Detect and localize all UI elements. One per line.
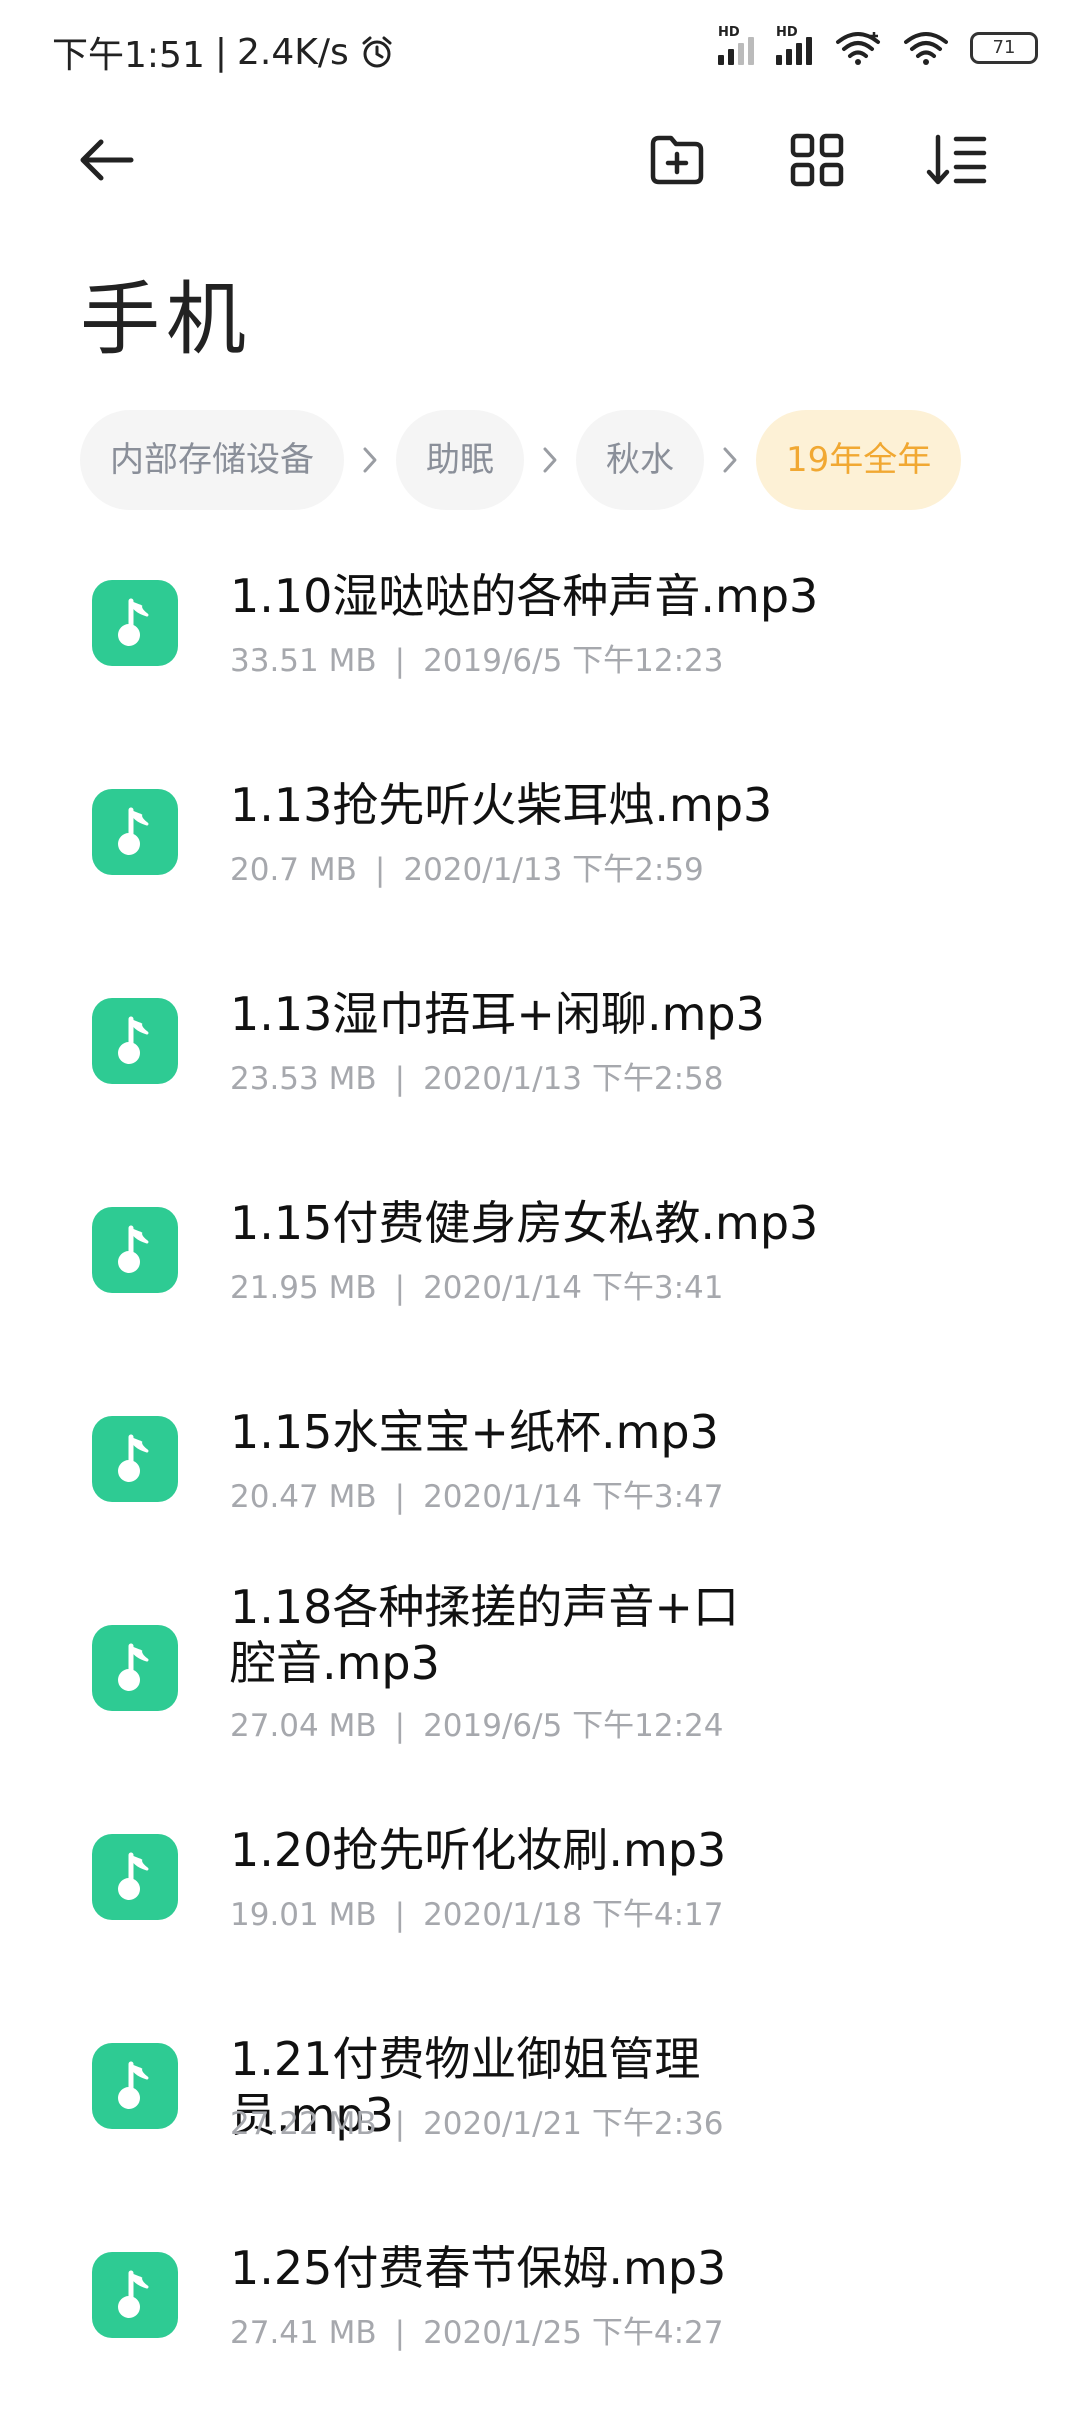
file-size: 33.51 MB	[230, 643, 377, 679]
status-right: HD HD 71	[718, 25, 1038, 66]
list-item[interactable]: 1.21付费物业御姐管理员.mp3 27.22 MB | 2020/1/21 下午2…	[0, 2003, 1080, 2212]
file-date: 2019/6/5 下午12:23	[423, 643, 724, 679]
breadcrumb: 内部存储设备 助眠 秋水 19年全年	[80, 410, 962, 510]
meta-separator: |	[394, 1061, 406, 1097]
file-size: 23.53 MB	[230, 1061, 377, 1097]
list-item[interactable]: 1.13湿巾捂耳+闲聊.mp3 23.53 MB | 2020/1/13 下午2:5…	[0, 958, 1080, 1167]
file-name: 1.10湿哒哒的各种声音.mp3	[230, 569, 819, 623]
new-folder-button[interactable]	[632, 115, 722, 205]
breadcrumb-item-sleep-aid[interactable]: 助眠	[396, 410, 524, 510]
chevron-right-icon	[344, 410, 396, 510]
file-meta: 19.01 MB | 2020/1/18 下午4:17	[230, 1889, 724, 1934]
meta-separator: |	[394, 2315, 406, 2351]
list-item[interactable]: 1.18各种揉搓的声音+口腔音.mp3 27.04 MB | 2019/6/5 下午…	[0, 1580, 1080, 1794]
music-file-icon	[92, 789, 178, 875]
music-file-icon	[92, 1207, 178, 1293]
breadcrumb-item-qiushui[interactable]: 秋水	[576, 410, 704, 510]
signal-2-icon: HD	[776, 25, 812, 65]
file-name: 1.18各种揉搓的声音+口腔音.mp3	[230, 1580, 739, 1690]
list-item[interactable]: 1.25付费春节保姆.mp3 27.41 MB | 2020/1/25 下午4:27	[0, 2212, 1080, 2421]
file-name: 1.15水宝宝+纸杯.mp3	[230, 1405, 719, 1459]
sort-button[interactable]	[912, 115, 1002, 205]
music-file-icon	[92, 2252, 178, 2338]
file-name: 1.15付费健身房女私教.mp3	[230, 1196, 819, 1250]
file-meta: 23.53 MB | 2020/1/13 下午2:58	[230, 1053, 724, 1098]
music-file-icon	[92, 1416, 178, 1502]
chevron-right-icon	[524, 410, 576, 510]
music-file-icon	[92, 1834, 178, 1920]
list-item[interactable]: 1.10湿哒哒的各种声音.mp3 33.51 MB | 2019/6/5 下午12:…	[0, 540, 1080, 749]
music-file-icon	[92, 1625, 178, 1711]
file-date: 2020/1/13 下午2:58	[423, 1061, 724, 1097]
file-date: 2019/6/5 下午12:24	[423, 1708, 724, 1744]
file-meta: 20.7 MB | 2020/1/13 下午2:59	[230, 844, 704, 889]
status-bar: 下午1:51 | 2.4K/s HD HD 71	[0, 0, 1080, 100]
file-list: 1.10湿哒哒的各种声音.mp3 33.51 MB | 2019/6/5 下午12:…	[0, 540, 1080, 2421]
list-item[interactable]: 1.15付费健身房女私教.mp3 21.95 MB | 2020/1/14 下午3:…	[0, 1167, 1080, 1376]
arrow-left-icon	[75, 128, 139, 192]
back-button[interactable]	[62, 115, 152, 205]
file-date: 2020/1/13 下午2:59	[403, 852, 704, 888]
file-date: 2020/1/21 下午2:36	[423, 2106, 724, 2142]
file-size: 27.04 MB	[230, 1708, 377, 1744]
file-size: 20.7 MB	[230, 852, 357, 888]
meta-separator: |	[394, 643, 406, 679]
wifi-icon	[904, 30, 948, 66]
file-size: 27.41 MB	[230, 2315, 377, 2351]
file-size: 20.47 MB	[230, 1479, 377, 1515]
file-meta: 21.95 MB | 2020/1/14 下午3:41	[230, 1262, 724, 1307]
file-date: 2020/1/18 下午4:17	[423, 1897, 724, 1933]
file-name: 1.13湿巾捂耳+闲聊.mp3	[230, 987, 765, 1041]
grid-view-button[interactable]	[772, 115, 862, 205]
file-meta: 20.47 MB | 2020/1/14 下午3:47	[230, 1471, 724, 1516]
sort-icon	[926, 131, 988, 189]
list-item[interactable]: 1.15水宝宝+纸杯.mp3 20.47 MB | 2020/1/14 下午3:47	[0, 1376, 1080, 1585]
breadcrumb-item-current[interactable]: 19年全年	[756, 410, 962, 510]
file-name: 1.13抢先听火柴耳烛.mp3	[230, 778, 773, 832]
list-item[interactable]: 1.13抢先听火柴耳烛.mp3 20.7 MB | 2020/1/13 下午2:59	[0, 749, 1080, 958]
folder-plus-icon	[647, 130, 707, 190]
music-file-icon	[92, 2043, 178, 2129]
file-size: 19.01 MB	[230, 1897, 377, 1933]
meta-separator: |	[394, 1897, 406, 1933]
battery-level: 71	[992, 37, 1016, 58]
music-file-icon	[92, 580, 178, 666]
signal-1-icon: HD	[718, 25, 754, 65]
file-date: 2020/1/25 下午4:27	[423, 2315, 724, 2351]
meta-separator: |	[394, 1479, 406, 1515]
status-time: 下午1:51	[52, 35, 205, 76]
file-date: 2020/1/14 下午3:41	[423, 1270, 724, 1306]
page-title: 手机	[80, 273, 252, 366]
wifi-plus-icon	[834, 30, 882, 66]
status-divider: |	[214, 31, 227, 73]
file-size: 21.95 MB	[230, 1270, 377, 1306]
file-meta: 27.41 MB | 2020/1/25 下午4:27	[230, 2307, 724, 2352]
music-file-icon	[92, 998, 178, 1084]
file-name: 1.20抢先听化妆刷.mp3	[230, 1823, 727, 1877]
file-meta: 27.22 MB | 2020/1/21 下午2:36	[230, 2098, 724, 2143]
meta-separator: |	[394, 2106, 406, 2142]
file-date: 2020/1/14 下午3:47	[423, 1479, 724, 1515]
meta-separator: |	[394, 1270, 406, 1306]
status-left: 下午1:51 | 2.4K/s	[52, 26, 395, 78]
chevron-right-icon	[704, 410, 756, 510]
meta-separator: |	[374, 852, 386, 888]
file-meta: 33.51 MB | 2019/6/5 下午12:23	[230, 635, 724, 680]
alarm-icon	[359, 34, 395, 70]
file-meta: 27.04 MB | 2019/6/5 下午12:24	[230, 1700, 724, 1745]
file-size: 27.22 MB	[230, 2106, 377, 2142]
list-item[interactable]: 1.20抢先听化妆刷.mp3 19.01 MB | 2020/1/18 下午4:17	[0, 1794, 1080, 2003]
breadcrumb-item-internal-storage[interactable]: 内部存储设备	[80, 410, 344, 510]
file-name: 1.25付费春节保姆.mp3	[230, 2241, 727, 2295]
grid-view-icon	[788, 131, 846, 189]
network-speed: 2.4K/s	[236, 31, 349, 73]
battery-icon: 71	[970, 32, 1038, 64]
toolbar	[0, 100, 1080, 220]
meta-separator: |	[394, 1708, 406, 1744]
